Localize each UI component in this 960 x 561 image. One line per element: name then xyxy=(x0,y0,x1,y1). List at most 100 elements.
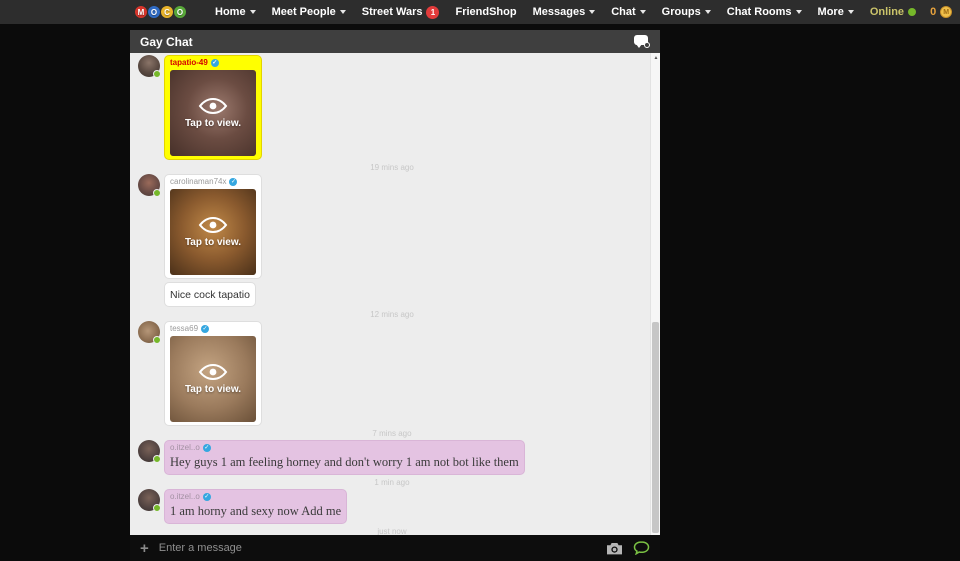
verified-icon: ✓ xyxy=(229,178,237,186)
timestamp: 7 mins ago xyxy=(138,429,646,438)
chat-panel: Gay Chat tapatio-49 ✓ xyxy=(130,30,660,561)
avatar[interactable] xyxy=(138,321,160,343)
moco-logo[interactable]: M O C O xyxy=(135,6,187,18)
message-username[interactable]: carolinaman74x ✓ xyxy=(170,177,256,187)
online-dot-icon xyxy=(153,455,161,463)
online-dot-icon xyxy=(153,336,161,344)
scrollbar-thumb[interactable] xyxy=(652,322,659,533)
tap-to-view-label: Tap to view. xyxy=(185,237,241,248)
verified-icon: ✓ xyxy=(201,325,209,333)
nav-label: Home xyxy=(215,6,246,18)
message-bubble: o.itzel..o ✓ 1 am horny and sexy now Add… xyxy=(164,489,347,524)
chat-message: tapatio-49 ✓ Tap to view. xyxy=(138,55,646,160)
nav-item-street-wars[interactable]: Street Wars 1 xyxy=(362,6,440,19)
chevron-down-icon xyxy=(640,10,646,14)
avatar[interactable] xyxy=(138,489,160,511)
message-bubble: tessa69 ✓ Tap to view. xyxy=(164,321,262,426)
message-username[interactable]: o.itzel..o ✓ xyxy=(170,492,341,502)
eye-icon xyxy=(198,363,228,381)
message-bubble-highlighted: tapatio-49 ✓ Tap to view. xyxy=(164,55,262,160)
online-dot-icon xyxy=(908,8,916,16)
nav-label: Messages xyxy=(533,6,586,18)
nav-item-home[interactable]: Home xyxy=(215,6,256,18)
scroll-up-arrow-icon[interactable]: ▲ xyxy=(651,55,660,61)
timestamp: 12 mins ago xyxy=(138,310,646,319)
chat-header: Gay Chat xyxy=(130,30,660,53)
chevron-down-icon xyxy=(589,10,595,14)
camera-icon xyxy=(606,542,623,555)
username-text: tessa69 xyxy=(170,324,198,334)
chevron-down-icon xyxy=(340,10,346,14)
chat-bubble-button[interactable] xyxy=(633,541,650,555)
settings-badge xyxy=(644,42,650,48)
timestamp: 1 min ago xyxy=(138,478,646,487)
nav-item-friendshop[interactable]: FriendShop xyxy=(455,6,516,18)
add-attachment-icon[interactable]: + xyxy=(140,541,149,556)
notification-badge: 1 xyxy=(426,6,439,19)
chevron-down-icon xyxy=(796,10,802,14)
chat-message: o.itzel..o ✓ Hey guys 1 am feeling horne… xyxy=(138,440,646,475)
verified-icon: ✓ xyxy=(203,444,211,452)
camera-button[interactable] xyxy=(606,542,623,555)
chat-message: tessa69 ✓ Tap to view. xyxy=(138,321,646,426)
online-dot-icon xyxy=(153,189,161,197)
message-text: Hey guys 1 am feeling horney and don't w… xyxy=(170,455,519,469)
username-text: o.itzel..o xyxy=(170,492,200,502)
online-dot-icon xyxy=(153,504,161,512)
nav-item-messages[interactable]: Messages xyxy=(533,6,596,18)
chevron-down-icon xyxy=(705,10,711,14)
avatar[interactable] xyxy=(138,174,160,196)
chat-input-bar: + xyxy=(130,535,660,561)
nav-item-meet-people[interactable]: Meet People xyxy=(272,6,346,18)
nav-label: Groups xyxy=(662,6,701,18)
tap-to-view-image[interactable]: Tap to view. xyxy=(170,336,256,422)
online-status[interactable]: Online xyxy=(870,6,916,18)
logo-letter: O xyxy=(148,6,160,18)
chevron-down-icon xyxy=(250,10,256,14)
nav-item-more[interactable]: More xyxy=(818,6,854,18)
message-text: 1 am horny and sexy now Add me xyxy=(170,504,341,518)
speech-bubble-icon xyxy=(633,541,650,555)
message-username[interactable]: tessa69 ✓ xyxy=(170,324,256,334)
chat-scrollbar[interactable]: ▲ xyxy=(650,53,660,535)
message-username[interactable]: o.itzel..o ✓ xyxy=(170,443,519,453)
message-bubble: Nice cock tapatio xyxy=(164,282,256,307)
nav-label: Meet People xyxy=(272,6,336,18)
tap-to-view-image[interactable]: Tap to view. xyxy=(170,189,256,275)
logo-letter: M xyxy=(135,6,147,18)
message-bubble: carolinaman74x ✓ Tap to view. xyxy=(164,174,262,279)
logo-letter: O xyxy=(174,6,186,18)
verified-icon: ✓ xyxy=(203,493,211,501)
nav-label: FriendShop xyxy=(455,6,516,18)
coin-count: 0 xyxy=(930,6,936,18)
chat-message: o.itzel..o ✓ 1 am horny and sexy now Add… xyxy=(138,489,646,524)
tap-to-view-label: Tap to view. xyxy=(185,384,241,395)
online-dot-icon xyxy=(153,70,161,78)
username-text: tapatio-49 xyxy=(170,58,208,68)
message-text: Nice cock tapatio xyxy=(170,289,250,301)
chevron-down-icon xyxy=(848,10,854,14)
nav-label: More xyxy=(818,6,844,18)
logo-letter: C xyxy=(161,6,173,18)
coin-icon: M xyxy=(940,6,952,18)
username-text: carolinaman74x xyxy=(170,177,226,187)
nav-label: Street Wars xyxy=(362,6,423,18)
tap-to-view-image[interactable]: Tap to view. xyxy=(170,70,256,156)
eye-icon xyxy=(198,216,228,234)
message-username[interactable]: tapatio-49 ✓ xyxy=(170,58,256,68)
online-label: Online xyxy=(870,6,904,18)
top-nav-bar: M O C O Home Meet People Street Wars 1 F… xyxy=(0,0,960,24)
avatar[interactable] xyxy=(138,440,160,462)
verified-icon: ✓ xyxy=(211,59,219,67)
message-input[interactable] xyxy=(159,542,596,554)
chat-settings-icon[interactable] xyxy=(634,35,650,48)
nav-item-chat-rooms[interactable]: Chat Rooms xyxy=(727,6,802,18)
nav-item-chat[interactable]: Chat xyxy=(611,6,645,18)
nav-item-groups[interactable]: Groups xyxy=(662,6,711,18)
eye-icon xyxy=(198,97,228,115)
coin-balance[interactable]: 0 M xyxy=(930,6,952,18)
message-bubble: o.itzel..o ✓ Hey guys 1 am feeling horne… xyxy=(164,440,525,475)
avatar[interactable] xyxy=(138,55,160,77)
nav-label: Chat Rooms xyxy=(727,6,792,18)
nav-label: Chat xyxy=(611,6,635,18)
